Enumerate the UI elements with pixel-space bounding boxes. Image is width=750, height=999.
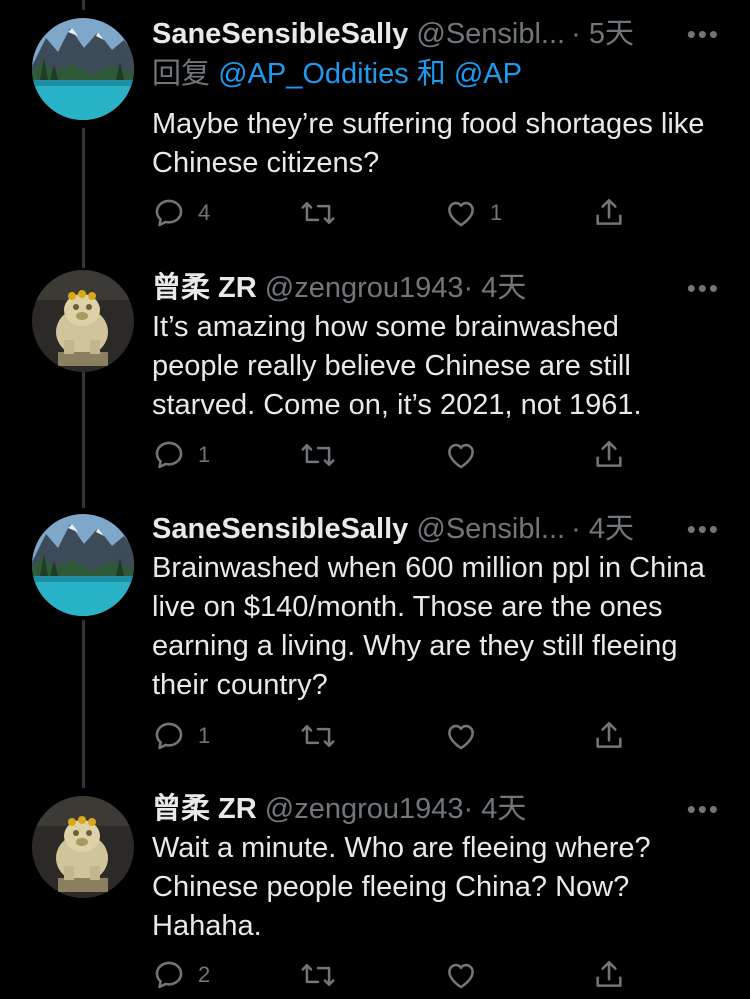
tweet-text: It’s amazing how some brainwashed people… — [152, 311, 642, 421]
lion-statue-avatar — [32, 796, 134, 898]
retweet-button[interactable] — [300, 955, 336, 995]
more-options-icon[interactable]: ••• — [687, 14, 720, 54]
heart-icon — [448, 963, 474, 989]
tweet-text: Maybe they’re suffering food shortages l… — [152, 108, 705, 179]
reply-icon — [155, 199, 183, 227]
display-name[interactable]: SaneSensibleSally — [152, 18, 408, 50]
action-bar: 2 — [152, 955, 642, 995]
more-options-icon[interactable]: ••• — [687, 268, 720, 308]
tweet[interactable]: SaneSensibleSally @Sensibl... · 4天 ••• B… — [0, 500, 750, 780]
user-handle[interactable]: @zengrou1943 — [265, 793, 464, 825]
mention-link[interactable]: @AP_Oddities — [218, 58, 409, 90]
more-options-icon[interactable]: ••• — [687, 789, 720, 829]
replying-and: 和 — [416, 58, 446, 90]
user-handle[interactable]: @zengrou1943 — [265, 272, 464, 304]
share-button[interactable] — [592, 193, 626, 233]
reply-button[interactable]: 1 — [152, 716, 210, 756]
replying-to: 回复 @AP_Oddities 和 @AP — [152, 54, 522, 94]
replying-prefix: 回复 — [152, 58, 211, 90]
share-button[interactable] — [592, 435, 626, 475]
tweet-text: Brainwashed when 600 million ppl in Chin… — [152, 552, 705, 701]
reply-icon — [155, 441, 183, 469]
like-button[interactable] — [444, 435, 478, 475]
reply-count: 1 — [198, 442, 211, 467]
retweet-icon — [301, 444, 335, 466]
action-bar: 4 1 — [152, 193, 642, 233]
like-button[interactable] — [444, 955, 478, 995]
timestamp[interactable]: 4天 — [481, 793, 526, 825]
more-options-icon[interactable]: ••• — [687, 509, 720, 549]
heart-icon — [448, 724, 474, 750]
share-icon — [596, 960, 622, 987]
like-button[interactable] — [444, 716, 478, 756]
tweet[interactable]: 曾柔 ZR @zengrou1943· 4天 ••• It’s amazing … — [0, 250, 750, 500]
retweet-icon — [301, 202, 335, 224]
timestamp[interactable]: 4天 — [481, 272, 526, 304]
reply-button[interactable]: 4 — [152, 193, 210, 233]
tweet-text: Wait a minute. Who are fleeing where? Ch… — [152, 832, 651, 942]
share-button[interactable] — [592, 716, 626, 756]
reply-count: 2 — [198, 962, 211, 987]
retweet-button[interactable] — [300, 193, 336, 233]
avatar[interactable] — [32, 514, 134, 616]
retweet-icon — [301, 725, 335, 747]
lion-statue-avatar — [32, 270, 134, 372]
timestamp[interactable]: · 4天 — [571, 509, 634, 549]
user-handle[interactable]: @Sensibl... — [416, 513, 565, 545]
display-name[interactable]: 曾柔 ZR — [152, 272, 257, 304]
tweet[interactable]: 曾柔 ZR @zengrou1943· 4天 ••• Wait a minute… — [0, 780, 750, 999]
reply-button[interactable]: 1 — [152, 435, 210, 475]
avatar[interactable] — [32, 270, 134, 372]
tweet[interactable]: SaneSensibleSally @Sensibl... · 5天 ••• 回… — [0, 0, 750, 250]
reply-button[interactable]: 2 — [152, 955, 210, 995]
user-handle[interactable]: @Sensibl... — [416, 18, 565, 50]
reply-icon — [155, 961, 183, 989]
display-name[interactable]: 曾柔 ZR — [152, 793, 257, 825]
reply-count: 1 — [198, 723, 211, 748]
tweet-header: SaneSensibleSally @Sensibl... · 4天 ••• — [152, 509, 720, 549]
share-icon — [596, 440, 622, 467]
retweet-icon — [301, 964, 335, 986]
separator-dot: · — [463, 272, 474, 304]
separator-dot: · — [463, 793, 474, 825]
action-bar: 1 — [152, 435, 642, 475]
heart-icon — [448, 443, 474, 469]
tweet-header: 曾柔 ZR @zengrou1943· 4天 ••• — [152, 268, 720, 308]
share-icon — [596, 198, 622, 225]
action-bar: 1 — [152, 716, 642, 756]
display-name[interactable]: SaneSensibleSally — [152, 513, 408, 545]
retweet-button[interactable] — [300, 435, 336, 475]
like-count: 1 — [490, 200, 503, 225]
avatar[interactable] — [32, 796, 134, 898]
reply-icon — [155, 722, 183, 750]
mention-link[interactable]: @AP — [454, 58, 522, 90]
tweet-header: SaneSensibleSally @Sensibl... · 5天 ••• — [152, 14, 720, 54]
avatar[interactable] — [32, 18, 134, 120]
reply-count: 4 — [198, 200, 211, 225]
retweet-button[interactable] — [300, 716, 336, 756]
lake-landscape-avatar — [32, 514, 134, 616]
timestamp[interactable]: · 5天 — [571, 14, 634, 54]
tweet-header: 曾柔 ZR @zengrou1943· 4天 ••• — [152, 789, 720, 829]
share-button[interactable] — [592, 955, 626, 995]
share-icon — [596, 721, 622, 748]
heart-icon — [448, 201, 474, 227]
like-button[interactable]: 1 — [444, 193, 502, 233]
lake-landscape-avatar — [32, 18, 134, 120]
